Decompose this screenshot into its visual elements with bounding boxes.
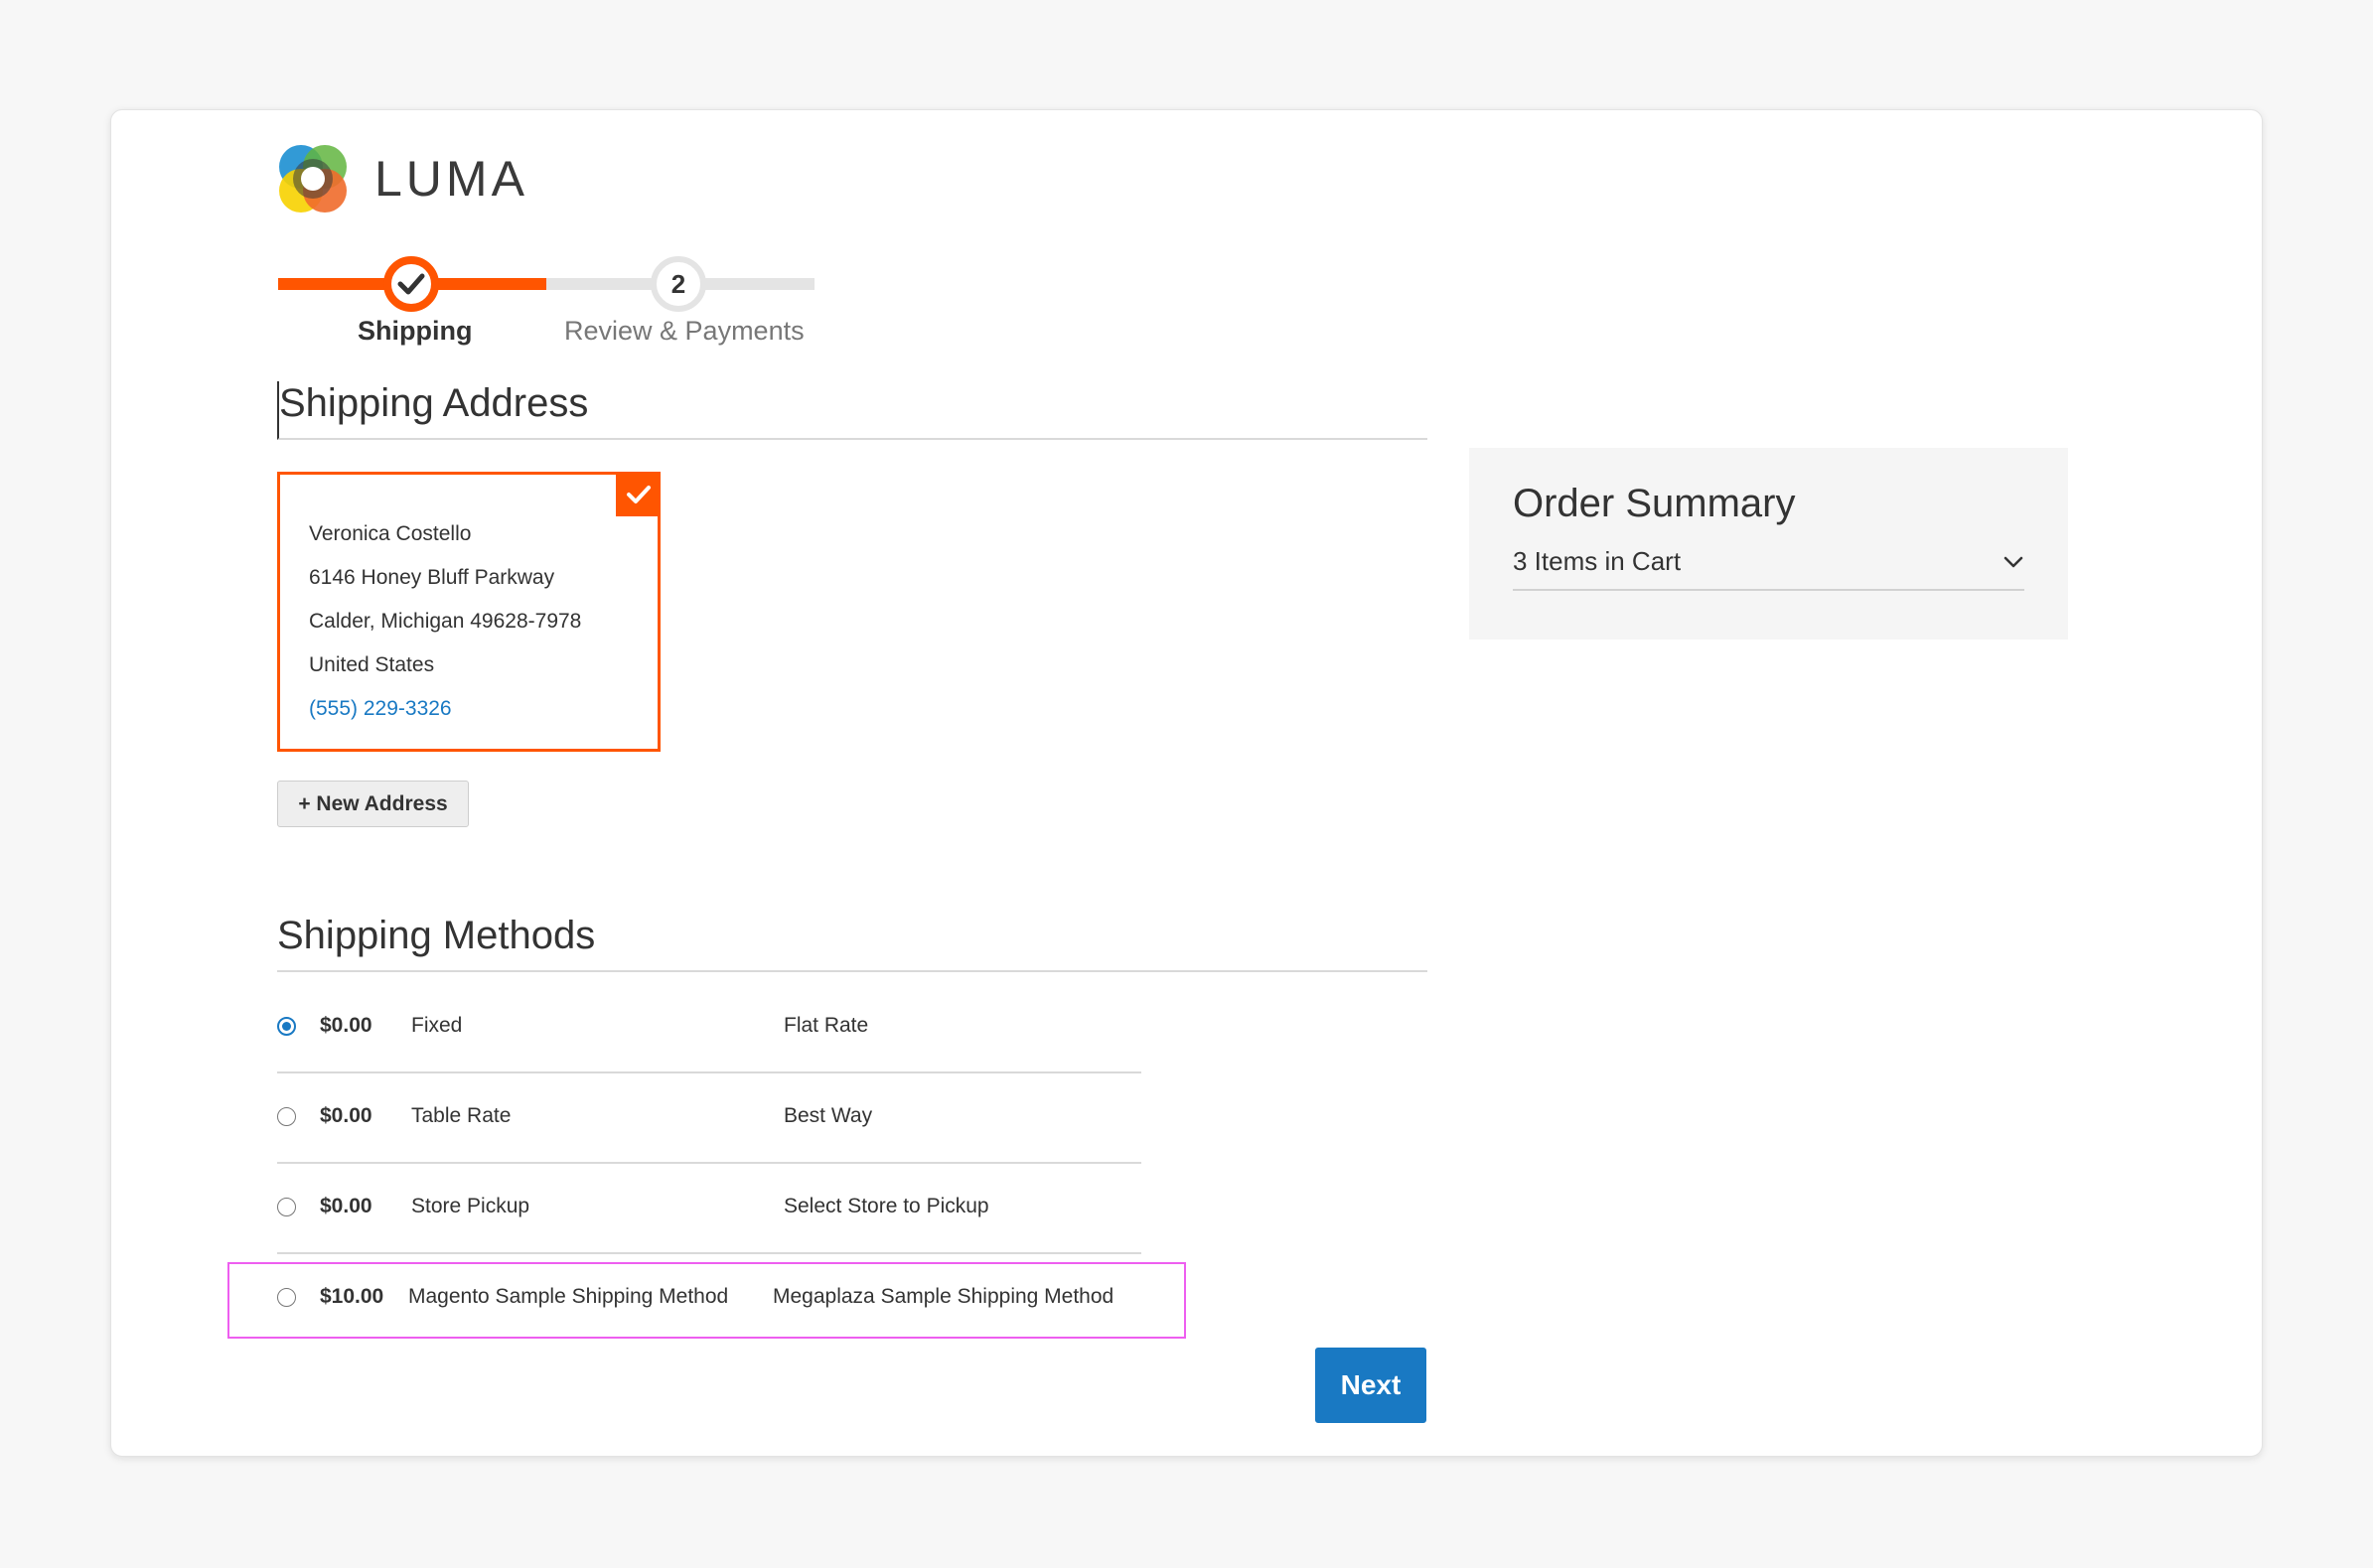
order-summary-title: Order Summary [1513,482,1796,525]
shipping-method-title: Select Store to Pickup [784,1195,989,1217]
shipping-method-carrier: Table Rate [411,1104,512,1127]
shipping-method-radio[interactable] [277,1017,296,1036]
address-country: United States [309,653,435,676]
shipping-methods-title: Shipping Methods [277,914,1427,972]
shipping-method-row[interactable]: $0.00 Fixed Flat Rate [277,983,1141,1073]
shipping-method-carrier: Store Pickup [411,1195,530,1217]
shipping-method-radio[interactable] [277,1107,296,1126]
shipping-method-price: $0.00 [320,1014,372,1037]
luma-logo-icon [279,145,347,213]
checkmark-icon [626,485,651,503]
shipping-address-item[interactable]: Veronica Costello 6146 Honey Bluff Parkw… [277,472,661,752]
address-city: Calder, Michigan 49628-7978 [309,610,582,633]
items-in-cart-label: 3 Items in Cart [1513,546,1682,576]
shipping-address-title: Shipping Address [277,381,1427,440]
logo[interactable]: LUMA [275,141,528,216]
shipping-method-carrier: Fixed [411,1014,463,1037]
next-button[interactable]: Next [1315,1348,1426,1423]
step-shipping-label: Shipping [358,316,473,346]
address-phone-link[interactable]: (555) 229-3326 [309,687,658,731]
step-review-indicator: 2 [651,256,706,312]
shipping-method-title: Flat Rate [784,1014,869,1037]
shipping-method-radio[interactable] [277,1198,296,1216]
chevron-down-icon [2003,556,2023,567]
highlight-annotation [227,1262,1186,1339]
shipping-method-price: $0.00 [320,1195,372,1217]
items-in-cart-toggle[interactable]: 3 Items in Cart [1513,546,2024,591]
checkmark-icon [397,273,425,295]
brand-name: LUMA [374,151,528,207]
selected-address-badge [616,472,661,516]
step-shipping-indicator [383,256,439,312]
address-street: 6146 Honey Bluff Parkway [309,566,555,589]
shipping-method-row[interactable]: $0.00 Table Rate Best Way [277,1073,1141,1164]
shipping-method-price: $0.00 [320,1104,372,1127]
address-name: Veronica Costello [309,522,472,545]
step-review-label: Review & Payments [564,316,805,346]
order-summary: Order Summary 3 Items in Cart [1469,448,2068,640]
shipping-method-row[interactable]: $0.00 Store Pickup Select Store to Picku… [277,1164,1141,1254]
shipping-method-title: Best Way [784,1104,873,1127]
checkout-progress: 2 Shipping Review & Payments [278,248,815,357]
new-address-button[interactable]: + New Address [277,781,469,827]
